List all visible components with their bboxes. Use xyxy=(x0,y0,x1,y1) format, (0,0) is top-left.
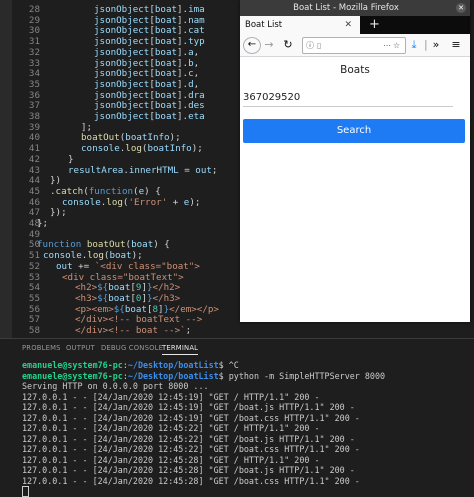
window-titlebar: Boat List - Mozilla Firefox ✕ xyxy=(240,0,470,16)
line-number: 58 xyxy=(28,325,40,336)
page-title: Boats xyxy=(340,64,370,76)
log-line: 127.0.0.1 - - [24/Jan/2020 12:45:19] "GE… xyxy=(22,412,360,423)
code-line: 58 </div><!-- boat -->`; xyxy=(0,324,474,337)
command-text: ^C xyxy=(228,360,239,370)
close-icon[interactable]: ✕ xyxy=(456,3,466,13)
log-line: 127.0.0.1 - - [24/Jan/2020 12:45:22] "GE… xyxy=(22,423,320,433)
tab-label: Boat List xyxy=(245,20,283,30)
reload-icon[interactable]: ↻ xyxy=(281,37,295,53)
prompt-user: emanuele@system76-pc xyxy=(22,370,123,381)
download-icon[interactable]: ⤓ xyxy=(408,37,420,53)
terminal-output[interactable]: emanuele@system76-pc:~/Desktop/boatList$… xyxy=(22,360,472,497)
bookmark-star-icon[interactable]: ☆ xyxy=(393,38,400,53)
prompt-path: ~/Desktop/boatList xyxy=(127,360,219,370)
url-bar[interactable]: ⓘ ▯ ⋯ ☆ xyxy=(302,37,406,54)
tab-output[interactable]: OUTPUT xyxy=(66,344,95,352)
bottom-panel: PROBLEMS OUTPUT DEBUG CONSOLE TERMINAL e… xyxy=(0,338,474,497)
toolbar-separator: | xyxy=(424,38,428,51)
tab-debug-console[interactable]: DEBUG CONSOLE xyxy=(101,344,163,352)
tab-problems[interactable]: PROBLEMS xyxy=(22,344,61,352)
forward-icon[interactable]: → xyxy=(262,37,276,53)
prompt-path: ~/Desktop/boatList xyxy=(127,370,219,381)
server-status: Serving HTTP on 0.0.0.0 port 8000 ... xyxy=(22,381,209,391)
firefox-window: Boat List - Mozilla Firefox ✕ Boat List … xyxy=(240,0,470,322)
terminal-line: emanuele@system76-pc:~/Desktop/boatList$… xyxy=(22,360,239,370)
lock-icon: ▯ xyxy=(317,41,322,50)
command-text: python -m SimpleHTTPServer 8000 xyxy=(228,370,386,381)
search-input[interactable]: 367029520 xyxy=(243,90,453,107)
log-line: 127.0.0.1 - - [24/Jan/2020 12:45:22] "GE… xyxy=(22,433,355,444)
tab-strip: Boat List ✕ + xyxy=(240,16,470,34)
log-line: 127.0.0.1 - - [24/Jan/2020 12:45:19] "GE… xyxy=(22,402,355,412)
search-button[interactable]: Search xyxy=(243,119,465,143)
window-title: Boat List - Mozilla Firefox xyxy=(293,3,399,13)
navigation-toolbar: ← → ↻ ⓘ ▯ ⋯ ☆ ⤓ | » ≡ xyxy=(240,34,470,57)
panel-tabs: PROBLEMS OUTPUT DEBUG CONSOLE TERMINAL xyxy=(0,339,474,356)
overflow-icon[interactable]: ⋯ xyxy=(383,38,391,53)
back-icon[interactable]: ← xyxy=(243,37,261,54)
log-line: 127.0.0.1 - - [24/Jan/2020 12:45:28] "GE… xyxy=(22,454,320,465)
log-line: 127.0.0.1 - - [24/Jan/2020 12:45:19] "GE… xyxy=(22,391,320,402)
log-line: 127.0.0.1 - - [24/Jan/2020 12:45:22] "GE… xyxy=(22,444,360,454)
terminal-cursor xyxy=(22,486,29,497)
web-page: Boats 367029520 Search xyxy=(240,57,470,322)
close-icon[interactable]: ✕ xyxy=(344,16,352,34)
tab-boat-list[interactable]: Boat List ✕ xyxy=(240,16,360,34)
info-icon[interactable]: ⓘ xyxy=(306,38,314,53)
log-line: 127.0.0.1 - - [24/Jan/2020 12:45:28] "GE… xyxy=(22,465,355,475)
chevron-right-icon[interactable]: » xyxy=(430,37,442,53)
plus-icon[interactable]: + xyxy=(369,16,380,34)
server-log: 127.0.0.1 - - [24/Jan/2020 12:45:19] "GE… xyxy=(22,392,472,487)
menu-icon[interactable]: ≡ xyxy=(450,37,462,53)
prompt-user: emanuele@system76-pc xyxy=(22,360,123,370)
terminal-line: emanuele@system76-pc:~/Desktop/boatList$… xyxy=(22,370,386,381)
tab-terminal[interactable]: TERMINAL xyxy=(162,344,199,355)
terminal-cursor-line xyxy=(22,486,472,497)
code-text: </div><!-- boat -->`; xyxy=(75,325,192,336)
log-line: 127.0.0.1 - - [24/Jan/2020 12:45:28] "GE… xyxy=(22,475,360,486)
